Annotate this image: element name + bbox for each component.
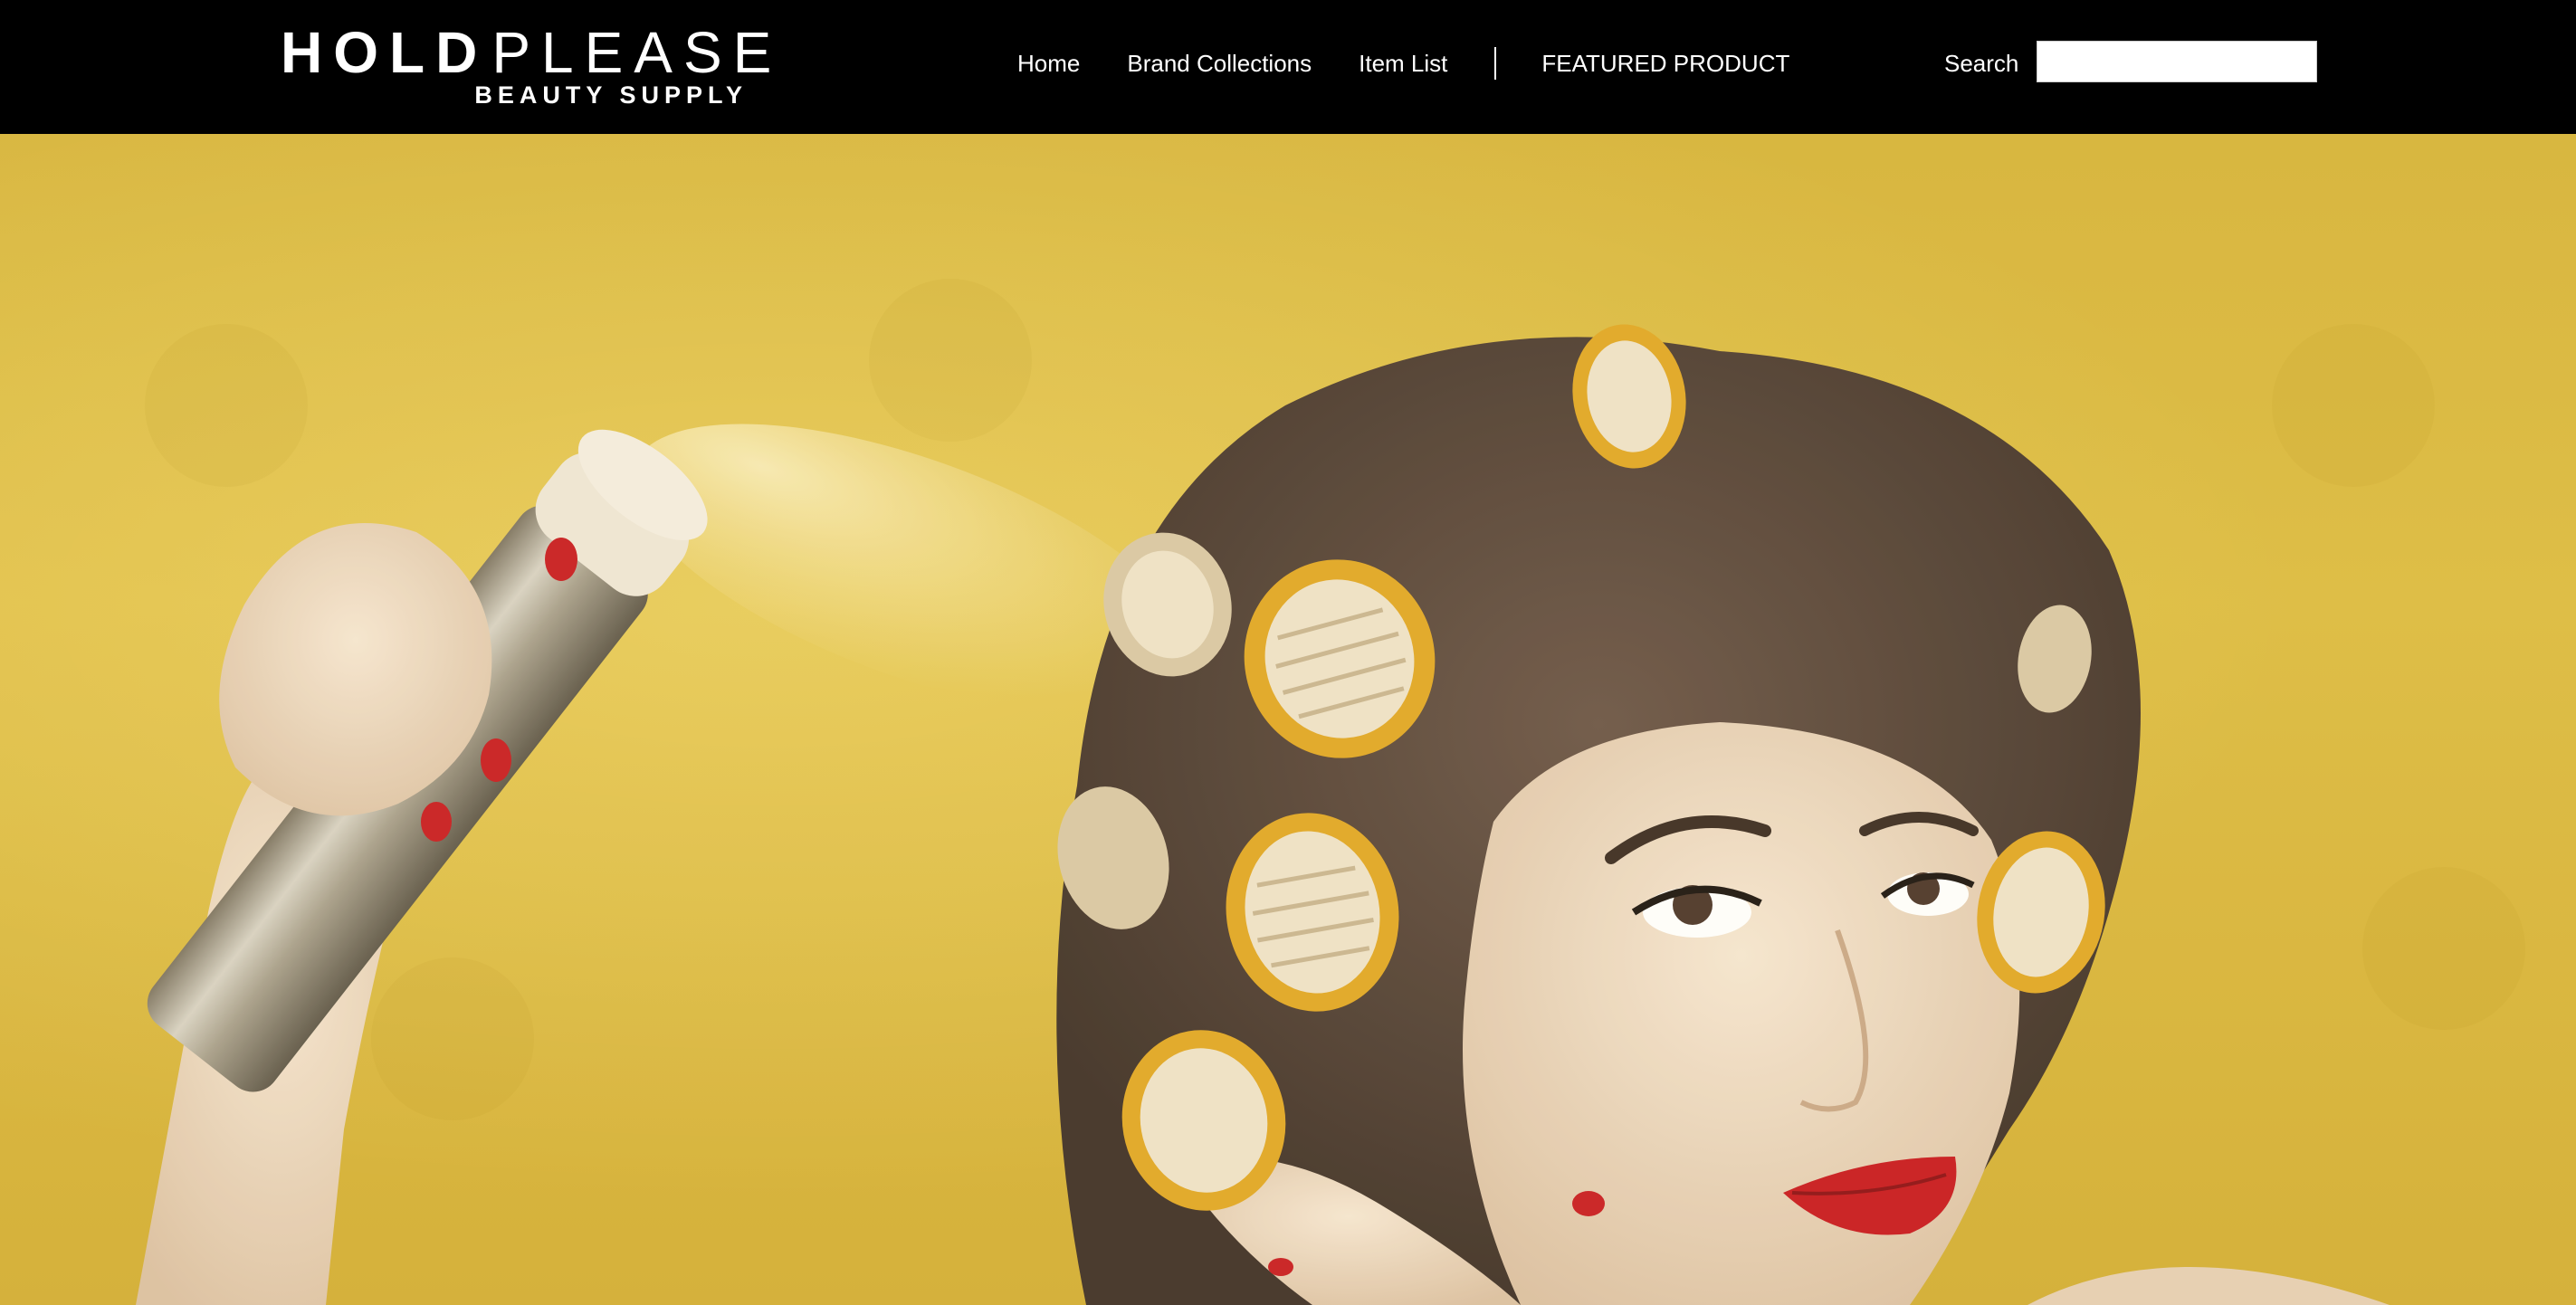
site-header: HOLDPLEASE BEAUTY SUPPLY Home Brand Coll…: [0, 0, 2576, 134]
hero-illustration: [0, 134, 2576, 1305]
brand-name-please: PLEASE: [491, 20, 783, 85]
search-label: Search: [1944, 50, 2019, 77]
nav-featured-product-link[interactable]: FEATURED PRODUCT: [1541, 43, 1789, 83]
brand-logo-wordmark: HOLDPLEASE: [281, 22, 782, 83]
nav-home-link[interactable]: Home: [1017, 43, 1080, 83]
nav-divider: [1494, 47, 1497, 80]
main-nav: Home Brand Collections Item List FEATURE…: [1017, 43, 1789, 83]
search-input[interactable]: [2037, 41, 2317, 82]
brand-tagline: BEAUTY SUPPLY: [474, 81, 748, 109]
brand-logo[interactable]: HOLDPLEASE BEAUTY SUPPLY: [281, 22, 771, 112]
nav-item-list-link[interactable]: Item List: [1359, 43, 1447, 83]
nav-brand-collections-link[interactable]: Brand Collections: [1127, 43, 1312, 83]
hero-banner-image: [0, 134, 2576, 1305]
brand-name-hold: HOLD: [281, 20, 489, 85]
